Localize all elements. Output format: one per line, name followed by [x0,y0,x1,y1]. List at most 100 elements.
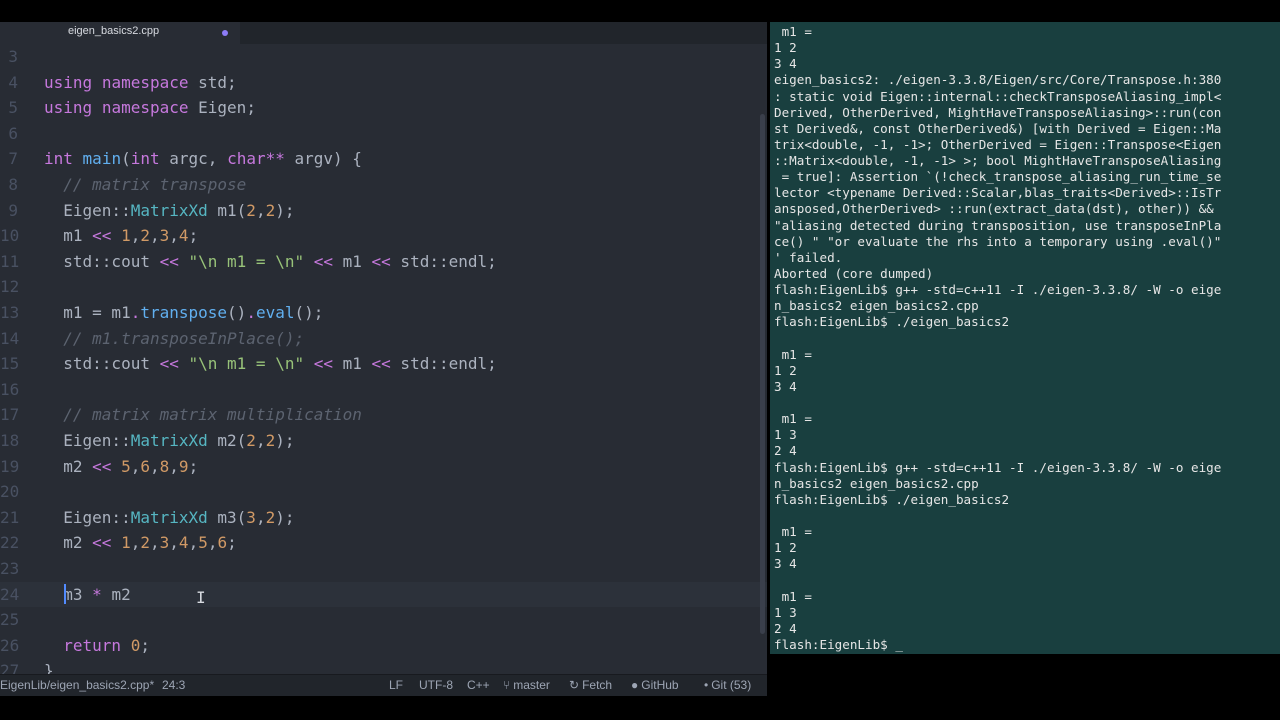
grammar[interactable]: C++ [467,678,490,692]
code-line[interactable]: 17 // matrix matrix multiplication [0,402,767,428]
line-number[interactable]: 16 [0,377,19,403]
code-text[interactable]: // matrix matrix multiplication [44,402,362,428]
code-line[interactable]: 22 m2 << 1,2,3,4,5,6; [0,530,767,556]
code-line[interactable]: 24 m3 * m2 [0,581,767,608]
code-line[interactable]: 7 int main(int argc, char** argv) { [0,146,767,172]
code-line[interactable]: 12 [0,274,767,300]
code-text[interactable]: using namespace std; [44,70,237,96]
code-line[interactable]: 14 // m1.transposeInPlace(); [0,326,767,352]
modified-indicator-icon[interactable] [222,30,228,36]
terminal-line: ansposed,OtherDerived> ::run(extract_dat… [774,201,1214,217]
code-token: // matrix matrix multiplication [63,405,362,425]
tab-eigen-basics2[interactable]: eigen_basics2.cpp [0,22,240,44]
code-line[interactable]: 10 m1 << 1,2,3,4; [0,223,767,249]
code-line[interactable]: 23 [0,556,767,582]
line-number[interactable]: 12 [0,274,19,300]
code-line[interactable]: 8 // matrix transpose [0,172,767,198]
code-line[interactable]: 4 using namespace std; [0,70,767,96]
code-line[interactable]: 13 m1 = m1.transpose().eval(); [0,300,767,326]
line-number[interactable]: 23 [0,556,19,582]
code-line[interactable]: 25 [0,607,767,633]
terminal-line: flash:EigenLib$ ./eigen_basics2 [774,491,1010,507]
code-text[interactable]: m3 * m2 [44,582,131,608]
git-label: Git (53) [711,678,752,692]
terminal-line: ce() " "or evaluate the rhs into a tempo… [774,233,1222,249]
git-button[interactable]: • Git (53) [704,678,751,692]
line-number[interactable]: 11 [0,249,19,275]
line-number[interactable]: 10 [0,223,19,249]
line-number[interactable]: 24 [0,582,19,608]
code-editor[interactable]: eigen_basics2.cpp 3 4 using namespace std;… [0,22,767,696]
code-token: using [44,98,93,118]
code-text[interactable]: Eigen::MatrixXd m3(3,2); [44,505,294,531]
code-line[interactable]: 11 std::cout << "\n m1 = \n" << m1 << st… [0,249,767,275]
github-button[interactable]: ● GitHub [631,678,679,692]
code-token: "\n m1 = \n" [188,354,305,374]
code-text[interactable]: m1 = m1.transpose().eval(); [44,300,323,326]
code-token: m1 [333,251,372,271]
line-number[interactable]: 17 [0,402,19,428]
code-token: m2 [101,584,131,604]
line-number[interactable]: 22 [0,530,19,556]
line-number[interactable]: 6 [0,121,18,147]
code-token: () [227,303,247,322]
code-line[interactable]: 16 [0,377,767,403]
code-text[interactable]: // matrix transpose [44,172,246,198]
line-number[interactable]: 21 [0,505,19,531]
line-number[interactable]: 18 [0,428,19,454]
code-text[interactable]: Eigen::MatrixXd m2(2,2); [44,428,294,454]
code-line[interactable]: 9 Eigen::MatrixXd m1(2,2); [0,198,767,224]
code-text[interactable]: int main(int argc, char** argv) { [44,146,362,172]
code-text[interactable]: return 0; [44,633,150,659]
line-number[interactable]: 9 [0,198,18,224]
branch-button[interactable]: ⑂ master [503,678,550,692]
code-token: 9 [178,456,189,476]
code-line[interactable]: 5 using namespace Eigen; [0,95,767,121]
code-line[interactable]: 21 Eigen::MatrixXd m3(3,2); [0,505,767,531]
code-text[interactable]: using namespace Eigen; [44,95,256,121]
code-token: ); [275,507,295,527]
file-path[interactable]: EigenLib/eigen_basics2.cpp* [0,678,154,692]
code-line[interactable]: 27} [0,658,767,674]
code-token: , [255,431,266,450]
line-number[interactable]: 5 [0,95,18,121]
code-text[interactable]: } [44,658,54,674]
terminal-panel[interactable]: m1 = 1 23 4 eigen_basics2: ./eigen-3.3.8/E… [770,22,1280,654]
code-line[interactable]: 20 [0,479,767,505]
code-line[interactable]: 26 return 0; [0,633,767,659]
line-number[interactable]: 26 [0,633,19,659]
code-text[interactable]: std::cout << "\n m1 = \n" << m1 << std::… [44,249,497,275]
code-text[interactable]: // m1.transposeInPlace(); [44,326,304,352]
line-number[interactable]: 25 [0,607,19,633]
line-number[interactable]: 27 [0,658,19,674]
code-area[interactable]: 3 4 using namespace std; 5 using namespace E… [0,44,767,674]
code-line[interactable]: 3 [0,44,767,70]
fetch-button[interactable]: ↻ Fetch [569,678,612,692]
line-number[interactable]: 14 [0,326,19,352]
branch-icon: ⑂ [503,678,511,692]
encoding[interactable]: UTF-8 [419,678,453,692]
code-line[interactable]: 18 Eigen::MatrixXd m2(2,2); [0,428,767,454]
code-text[interactable]: std::cout << "\n m1 = \n" << m1 << std::… [44,351,497,377]
line-number[interactable]: 7 [0,146,18,172]
line-number[interactable]: 20 [0,479,19,505]
code-line[interactable]: 19 m2 << 5,6,8,9; [0,454,767,480]
line-number[interactable]: 13 [0,300,19,326]
code-text[interactable]: Eigen::MatrixXd m1(2,2); [44,198,294,224]
code-text[interactable]: m2 << 5,6,8,9; [44,454,198,480]
cursor-position[interactable]: 24:3 [162,678,185,692]
code-line[interactable]: 6 [0,121,767,147]
line-number[interactable]: 8 [0,172,18,198]
line-number[interactable]: 15 [0,351,19,377]
line-number[interactable]: 4 [0,70,18,96]
line-number[interactable]: 3 [0,44,18,70]
code-text[interactable]: m2 << 1,2,3,4,5,6; [44,530,237,556]
code-token: 2 [140,533,150,553]
line-number[interactable]: 19 [0,454,19,480]
github-label: GitHub [641,678,679,692]
editor-scrollbar[interactable] [760,114,765,634]
code-token: * [92,584,102,604]
code-line[interactable]: 15 std::cout << "\n m1 = \n" << m1 << st… [0,351,767,377]
line-ending[interactable]: LF [389,678,403,692]
code-text[interactable]: m1 << 1,2,3,4; [44,223,198,249]
